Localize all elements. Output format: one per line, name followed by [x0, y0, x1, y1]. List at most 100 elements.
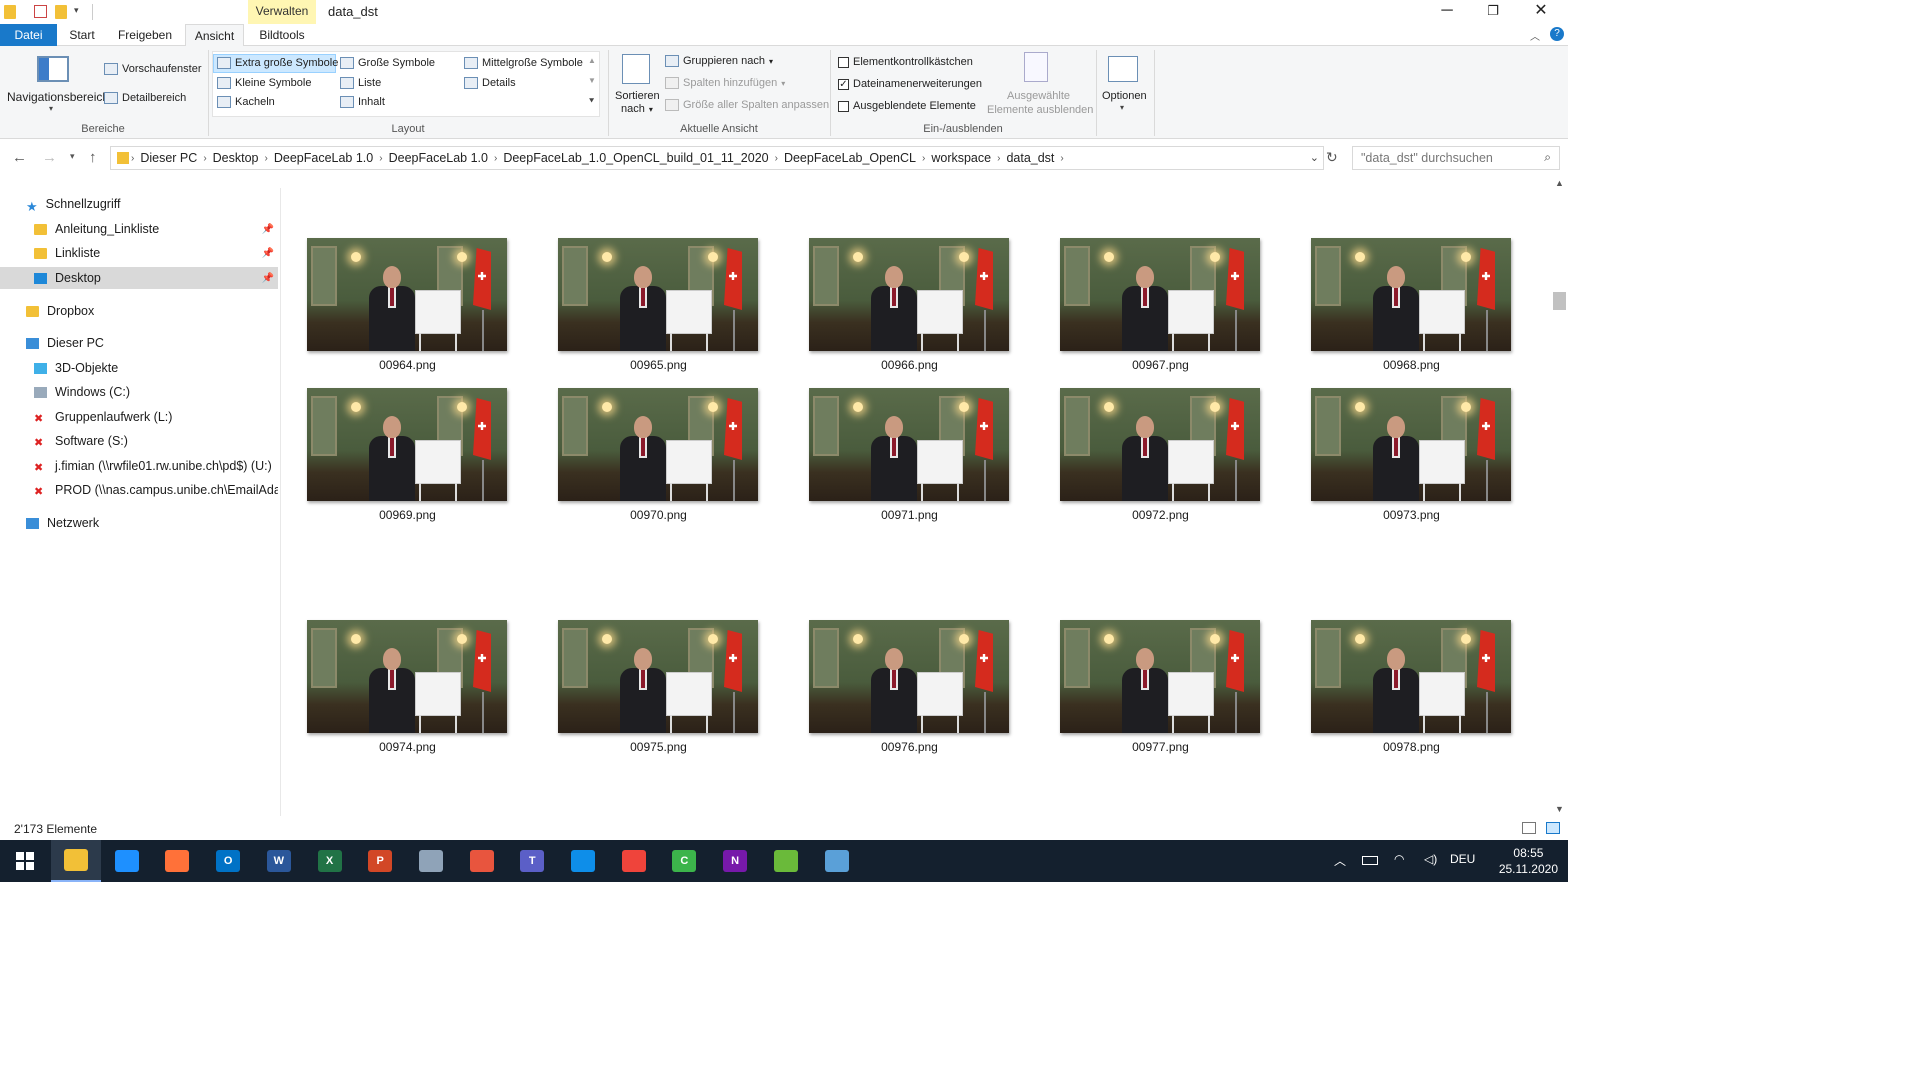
file-name[interactable]: 00974.png: [307, 740, 508, 754]
image-thumbnail[interactable]: [1311, 388, 1511, 501]
taskbar-app-teamviewer[interactable]: [558, 840, 608, 882]
file-name[interactable]: 00972.png: [1060, 508, 1261, 522]
clock[interactable]: 08:55 25.11.2020: [1499, 845, 1558, 877]
file-item[interactable]: 00965.png: [558, 238, 759, 372]
image-thumbnail[interactable]: [809, 620, 1009, 733]
file-name[interactable]: 00967.png: [1060, 358, 1261, 372]
tab-home[interactable]: Start: [62, 24, 102, 46]
gallery-scroll-down-icon[interactable]: ▼: [588, 76, 596, 85]
image-thumbnail[interactable]: [307, 620, 507, 733]
file-item[interactable]: 00971.png: [809, 388, 1010, 522]
battery-icon[interactable]: [1362, 856, 1378, 865]
file-name[interactable]: 00965.png: [558, 358, 759, 372]
file-item[interactable]: 00978.png: [1311, 620, 1512, 754]
show-hidden-icons-icon[interactable]: ︿: [1334, 852, 1346, 869]
nav-item-windows-c[interactable]: Windows (C:): [0, 381, 278, 403]
start-button[interactable]: [0, 840, 50, 882]
scroll-up-icon[interactable]: ▲: [1555, 178, 1564, 188]
file-item[interactable]: 00970.png: [558, 388, 759, 522]
gallery-scroll-up-icon[interactable]: ▲: [588, 56, 596, 65]
image-thumbnail[interactable]: [1311, 238, 1511, 351]
breadcrumb-item[interactable]: DeepFaceLab 1.0: [268, 151, 379, 165]
forward-arrow-icon[interactable]: →: [42, 149, 57, 166]
nav-item-anleitung-linkliste[interactable]: Anleitung_Linkliste 📌: [0, 218, 278, 240]
layout-small-icons[interactable]: Kleine Symbole: [217, 77, 311, 89]
add-columns-button[interactable]: Spalten hinzufügen ▾: [665, 77, 785, 89]
image-thumbnail[interactable]: [558, 388, 758, 501]
taskbar-app-firefox[interactable]: [152, 840, 202, 882]
ribbon-collapse-icon[interactable]: ︿: [1530, 28, 1540, 43]
breadcrumb-item[interactable]: Dieser PC: [134, 151, 203, 165]
taskbar-app-onenote[interactable]: N: [710, 840, 760, 882]
scrollbar-thumb[interactable]: [1553, 292, 1566, 310]
nav-item-gruppenlaufwerk[interactable]: ✖ Gruppenlaufwerk (L:): [0, 406, 278, 428]
nav-item-prod[interactable]: ✖ PROD (\\nas.campus.unibe.ch\EmailAdapt: [0, 479, 278, 501]
file-name[interactable]: 00964.png: [307, 358, 508, 372]
nav-item-desktop[interactable]: Desktop 📌: [0, 267, 278, 289]
layout-large-icons[interactable]: Große Symbole: [340, 57, 435, 69]
up-arrow-icon[interactable]: ↑: [89, 149, 97, 166]
file-name[interactable]: 00966.png: [809, 358, 1010, 372]
options-icon[interactable]: [1108, 56, 1138, 82]
hide-selected-line1[interactable]: Ausgewählte: [1007, 90, 1070, 102]
file-item[interactable]: 00967.png: [1060, 238, 1261, 372]
hidden-items-toggle[interactable]: Ausgeblendete Elemente: [838, 100, 976, 112]
file-item[interactable]: 00964.png: [307, 238, 508, 372]
layout-extra-large-icons[interactable]: Extra große Symbole: [217, 57, 338, 69]
search-icon[interactable]: ⌕: [1544, 150, 1551, 165]
new-folder-icon[interactable]: [55, 5, 67, 19]
large-icons-view-icon[interactable]: [1546, 822, 1560, 834]
taskbar-app-anydesk[interactable]: [609, 840, 659, 882]
file-name[interactable]: 00976.png: [809, 740, 1010, 754]
file-name[interactable]: 00978.png: [1311, 740, 1512, 754]
file-item[interactable]: 00976.png: [809, 620, 1010, 754]
gallery-expand-icon[interactable]: ⯆: [588, 96, 595, 107]
taskbar-app-outlook[interactable]: O: [203, 840, 253, 882]
nav-item-network[interactable]: Netzwerk: [0, 512, 278, 534]
pin-icon[interactable]: 📌: [262, 224, 274, 235]
volume-icon[interactable]: ◁): [1424, 852, 1437, 866]
file-name[interactable]: 00971.png: [809, 508, 1010, 522]
sort-button-line2[interactable]: nach ▾: [621, 103, 653, 115]
breadcrumb-item[interactable]: DeepFaceLab_1.0_OpenCL_build_01_11_2020: [497, 151, 774, 165]
image-thumbnail[interactable]: [1311, 620, 1511, 733]
item-checkboxes-toggle[interactable]: Elementkontrollkästchen: [838, 56, 973, 68]
quick-access-dropdown-icon[interactable]: ▾: [74, 5, 79, 16]
image-thumbnail[interactable]: [558, 620, 758, 733]
file-name[interactable]: 00969.png: [307, 508, 508, 522]
image-thumbnail[interactable]: [307, 388, 507, 501]
file-name[interactable]: 00977.png: [1060, 740, 1261, 754]
file-name[interactable]: 00968.png: [1311, 358, 1512, 372]
help-icon[interactable]: ?: [1550, 27, 1564, 41]
address-history-dropdown-icon[interactable]: ⌄: [1310, 151, 1319, 164]
file-item[interactable]: 00975.png: [558, 620, 759, 754]
image-thumbnail[interactable]: [1060, 620, 1260, 733]
file-item[interactable]: 00968.png: [1311, 238, 1512, 372]
sort-icon[interactable]: [622, 54, 650, 84]
chevron-down-icon[interactable]: ▾: [49, 104, 53, 113]
taskbar-app-teams[interactable]: T: [507, 840, 557, 882]
fit-columns-button[interactable]: Größe aller Spalten anpassen: [665, 99, 829, 111]
image-thumbnail[interactable]: [1060, 238, 1260, 351]
hide-selected-icon[interactable]: [1024, 52, 1048, 82]
breadcrumb-item[interactable]: DeepFaceLab 1.0: [383, 151, 494, 165]
vertical-scrollbar[interactable]: ▲ ▼: [1551, 176, 1568, 816]
hidden-items-checkbox[interactable]: [838, 100, 849, 112]
close-button[interactable]: ✕: [1518, 0, 1564, 24]
minimize-button[interactable]: ─: [1424, 0, 1470, 24]
layout-content[interactable]: Inhalt: [340, 96, 385, 108]
breadcrumb-item[interactable]: Desktop: [207, 151, 265, 165]
taskbar-app-excel[interactable]: X: [305, 840, 355, 882]
image-thumbnail[interactable]: [558, 238, 758, 351]
nav-item-dropbox[interactable]: Dropbox: [0, 300, 278, 322]
file-item[interactable]: 00977.png: [1060, 620, 1261, 754]
nav-item-linkliste[interactable]: Linkliste 📌: [0, 242, 278, 264]
file-name[interactable]: 00973.png: [1311, 508, 1512, 522]
nav-item-3d-objects[interactable]: 3D-Objekte: [0, 357, 278, 379]
nav-item-software[interactable]: ✖ Software (S:): [0, 430, 278, 452]
properties-icon[interactable]: [34, 5, 47, 18]
file-extensions-toggle[interactable]: ✓ Dateinamenerweiterungen: [838, 78, 982, 90]
pin-icon[interactable]: 📌: [262, 248, 274, 259]
taskbar-app-word[interactable]: W: [254, 840, 304, 882]
image-thumbnail[interactable]: [809, 238, 1009, 351]
